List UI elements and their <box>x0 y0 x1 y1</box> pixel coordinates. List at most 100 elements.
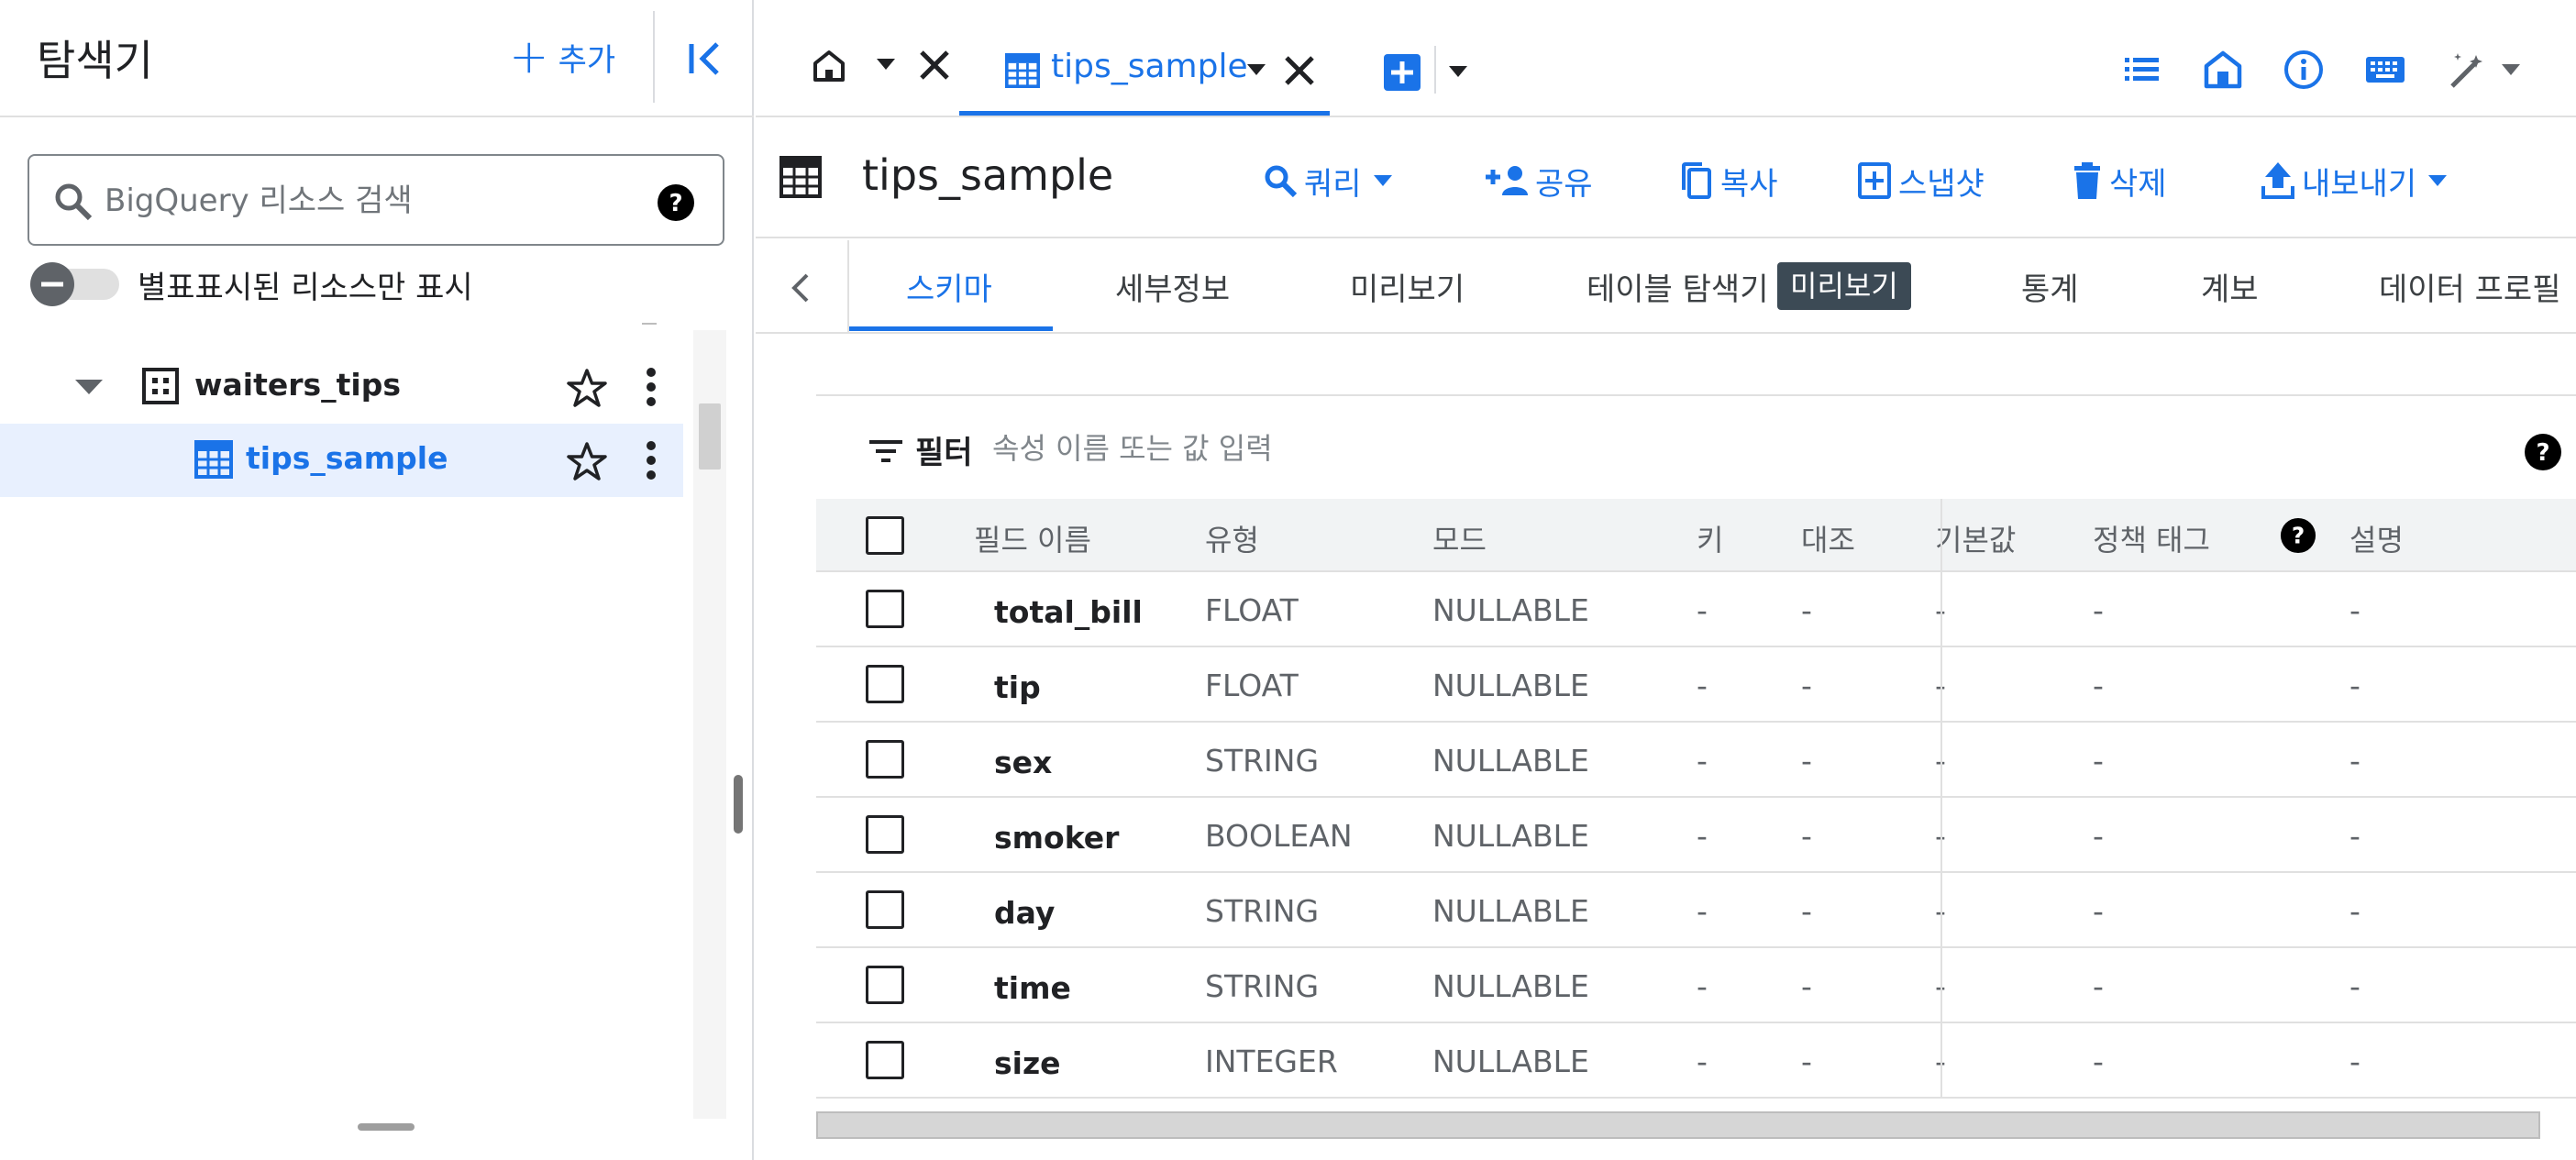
add-button-label: 추가 <box>558 41 616 79</box>
tree-item-tips-sample[interactable]: tips_sample <box>0 424 683 497</box>
query-button[interactable]: 쿼리 <box>1262 158 1402 204</box>
tab-stats[interactable]: 통계 <box>2021 264 2079 309</box>
star-icon[interactable] <box>565 440 609 484</box>
help-icon[interactable]: ? <box>2280 517 2316 554</box>
delete-button-label: 삭제 <box>2109 165 2167 203</box>
field-description: - <box>2349 668 2360 703</box>
tab-tips-sample[interactable]: tips_sample <box>959 26 1330 116</box>
field-name: time <box>994 970 1071 1006</box>
filter-input[interactable] <box>992 424 2276 473</box>
field-description: - <box>2349 818 2360 854</box>
field-type: STRING <box>1205 743 1320 779</box>
copy-button[interactable]: 복사 <box>1678 158 1778 204</box>
close-icon[interactable] <box>1282 53 1317 88</box>
column-header-description[interactable]: 설명 <box>2349 517 2404 559</box>
dataset-icon <box>142 368 179 404</box>
svg-text:?: ? <box>669 190 682 217</box>
explorer-header: 탐색기 + 추가 <box>0 0 754 117</box>
tab-divider <box>1434 46 1436 94</box>
tab-home[interactable] <box>794 37 968 99</box>
help-icon[interactable]: ? <box>657 183 695 222</box>
row-checkbox[interactable] <box>866 890 904 929</box>
tab-data-profile[interactable]: 데이터 프로필 <box>2379 264 2561 309</box>
column-header-collation[interactable]: 대조 <box>1801 517 1855 559</box>
row-checkbox[interactable] <box>866 665 904 703</box>
horizontal-scrollbar[interactable] <box>816 1111 2540 1139</box>
search-input[interactable] <box>105 176 636 226</box>
panel-resize-handle[interactable] <box>734 775 743 834</box>
caret-down-icon[interactable] <box>73 376 105 398</box>
field-policy-tags: - <box>2093 818 2104 854</box>
magic-pen-icon[interactable] <box>2445 48 2489 92</box>
info-icon[interactable] <box>2283 50 2324 90</box>
export-button[interactable]: 내보내기 <box>2260 158 2457 204</box>
list-icon[interactable] <box>2122 50 2162 90</box>
row-checkbox[interactable] <box>866 966 904 1004</box>
field-collation: - <box>1801 818 1812 854</box>
add-button[interactable]: + 추가 <box>509 31 615 83</box>
row-checkbox[interactable] <box>866 740 904 779</box>
filter-icon[interactable] <box>868 433 904 470</box>
column-header-default[interactable]: 기본값 <box>1935 517 2016 559</box>
more-options-icon[interactable] <box>633 438 669 482</box>
caret-down-icon[interactable] <box>875 57 897 72</box>
collapse-panel-icon[interactable] <box>679 31 734 86</box>
close-icon[interactable] <box>917 48 952 83</box>
caret-down-icon[interactable] <box>1447 64 1469 79</box>
trash-icon <box>2074 162 2100 199</box>
tab-table-explorer[interactable]: 테이블 탐색기 <box>1587 264 1769 309</box>
snapshot-button[interactable]: 스냅샷 <box>1856 158 1985 204</box>
star-icon[interactable] <box>565 367 609 411</box>
tab-schema[interactable]: 스키마 <box>906 264 992 309</box>
field-mode: NULLABLE <box>1432 668 1589 703</box>
field-type: STRING <box>1205 893 1320 929</box>
delete-button[interactable]: 삭제 <box>2071 158 2167 204</box>
field-mode: NULLABLE <box>1432 743 1589 779</box>
tab-lineage[interactable]: 계보 <box>2201 264 2259 309</box>
column-header-field-name[interactable]: 필드 이름 <box>974 517 1091 559</box>
field-collation: - <box>1801 968 1812 1004</box>
row-checkbox[interactable] <box>866 1041 904 1079</box>
column-header-type[interactable]: 유형 <box>1205 517 1259 559</box>
starred-only-label: 별표표시된 리소스만 표시 <box>138 270 473 306</box>
home-icon[interactable] <box>2203 50 2243 90</box>
field-key: - <box>1697 893 1708 929</box>
row-checkbox[interactable] <box>866 590 904 628</box>
field-key: - <box>1697 1044 1708 1079</box>
panel-drag-handle[interactable] <box>358 1123 415 1131</box>
explorer-title: 탐색기 <box>37 36 153 85</box>
column-header-key[interactable]: 키 <box>1697 517 1723 559</box>
select-all-checkbox[interactable] <box>866 516 904 555</box>
starred-only-toggle[interactable] <box>28 261 121 307</box>
more-options-icon[interactable] <box>633 365 669 409</box>
field-key: - <box>1697 818 1708 854</box>
tree-scrollbar-thumb[interactable] <box>699 403 721 470</box>
caret-down-icon[interactable] <box>1245 62 1267 77</box>
search-box: ? <box>28 154 724 246</box>
main-area: tips_sample tips_sample 쿼리 공유 복사 스냅샷 삭제 … <box>756 0 2576 1160</box>
field-collation: - <box>1801 743 1812 779</box>
add-tab-icon[interactable] <box>1383 53 1421 92</box>
tree-item-waiters-tips[interactable]: waiters_tips <box>0 350 683 424</box>
caret-down-icon <box>1373 175 1392 186</box>
row-checkbox[interactable] <box>866 815 904 854</box>
tree-item-label: waiters_tips <box>194 367 401 403</box>
table-row: tip FLOAT NULLABLE - - - - - <box>816 647 2576 723</box>
field-key: - <box>1697 743 1708 779</box>
share-button[interactable]: 공유 <box>1486 158 1593 204</box>
tab-preview[interactable]: 미리보기 <box>1350 264 1465 309</box>
caret-down-icon[interactable] <box>2500 62 2522 77</box>
tree-item-label: tips_sample <box>246 440 448 476</box>
field-collation: - <box>1801 668 1812 703</box>
keyboard-icon[interactable] <box>2364 50 2406 90</box>
snapshot-icon <box>1858 162 1891 199</box>
tab-details[interactable]: 세부정보 <box>1115 264 1230 309</box>
column-header-mode[interactable]: 모드 <box>1432 517 1487 559</box>
column-header-policy-tags[interactable]: 정책 태그 <box>2093 517 2210 559</box>
help-icon[interactable]: ? <box>2524 433 2562 471</box>
field-key: - <box>1697 592 1708 628</box>
copy-icon <box>1682 162 1711 199</box>
chevron-left-icon[interactable] <box>783 270 820 306</box>
table-icon <box>194 440 233 479</box>
upload-icon <box>2261 162 2294 199</box>
